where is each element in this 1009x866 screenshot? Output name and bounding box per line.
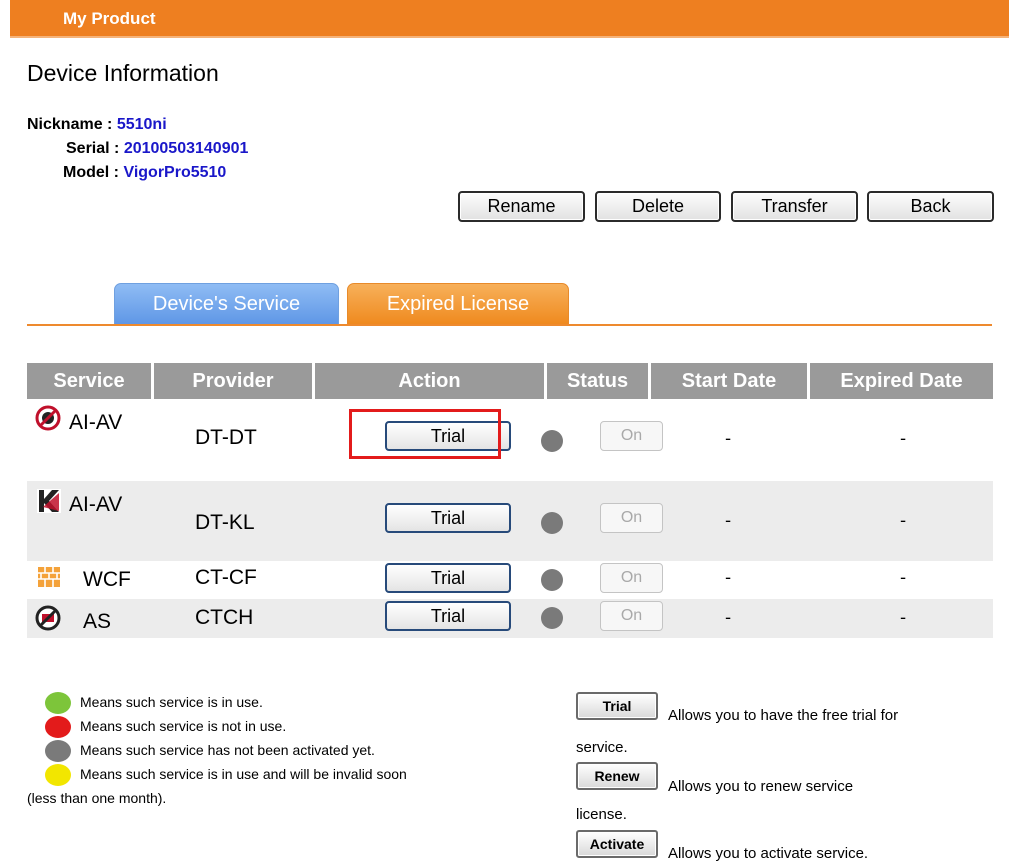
anti-spam-icon (35, 605, 61, 635)
legend-red-text: Means such service is not in use. (80, 718, 287, 734)
help-trial-desc-2: service. (576, 739, 628, 756)
service-name: AI-AV (69, 491, 125, 519)
delete-button[interactable]: Delete (595, 191, 721, 222)
tab-expired-license[interactable]: Expired License (347, 283, 569, 325)
start-date: - (725, 429, 732, 449)
start-date: - (725, 568, 732, 588)
status-dot (541, 430, 563, 452)
provider-cell: DT-KL (195, 511, 255, 534)
expired-date: - (900, 429, 907, 449)
status-dot (541, 607, 563, 629)
model-row: Model : VigorPro5510 (63, 164, 226, 182)
help-trial-desc: Allows you to have the free trial for (668, 707, 899, 724)
legend-green-text: Means such service is in use. (80, 694, 263, 710)
expired-date: - (900, 568, 907, 588)
start-date: - (725, 608, 732, 628)
provider-cell: CT-CF (195, 566, 257, 589)
help-activate-button[interactable]: Activate (576, 830, 658, 858)
header-service: Service (27, 363, 151, 399)
serial-value: 20100503140901 (123, 140, 249, 157)
tab-divider (27, 324, 992, 326)
back-button[interactable]: Back (867, 191, 994, 222)
nickname-value: 5510ni (116, 116, 167, 133)
service-name: WCF (83, 568, 131, 591)
start-date: - (725, 511, 732, 531)
provider-cell: CTCH (195, 606, 254, 629)
help-renew-button[interactable]: Renew (576, 762, 658, 790)
legend-green-dot (45, 692, 71, 714)
nickname-row: Nickname : 5510ni (27, 116, 167, 134)
service-name: AI-AV (69, 409, 125, 437)
firewall-icon (37, 565, 61, 593)
header-action: Action (315, 363, 544, 399)
legend-red-dot (45, 716, 71, 738)
service-text: AI-AV (69, 493, 123, 516)
trial-button[interactable]: Trial (385, 503, 511, 533)
legend-gray-dot (45, 740, 71, 762)
trial-button[interactable]: Trial (385, 601, 511, 631)
page-title: Device Information (27, 60, 219, 86)
header-bar: My Product (10, 0, 1009, 38)
trial-button[interactable]: Trial (385, 563, 511, 593)
status-on-button[interactable]: On (600, 421, 663, 451)
tab-devices-service[interactable]: Device's Service (114, 283, 339, 325)
table-row: AS CTCH Trial On - - (27, 599, 993, 638)
kaspersky-icon (35, 487, 63, 519)
header-status: Status (547, 363, 648, 399)
service-text: AI-AV (69, 411, 123, 434)
serial-row: Serial : 20100503140901 (66, 140, 248, 158)
highlight-box (349, 409, 501, 459)
help-trial-button[interactable]: Trial (576, 692, 658, 720)
transfer-button[interactable]: Transfer (731, 191, 858, 222)
table-row: AI-AV DT-KL Trial On - - (27, 481, 993, 561)
provider-cell: DT-DT (195, 426, 257, 449)
table-row: WCF CT-CF Trial On - - (27, 562, 993, 598)
model-label: Model : (63, 164, 119, 181)
model-value: VigorPro5510 (123, 164, 227, 181)
help-activate-desc: Allows you to activate service. (668, 845, 869, 862)
legend-yellow-text-2: (less than one month). (27, 790, 167, 806)
help-renew-desc-2: license. (576, 806, 627, 823)
header-start-date: Start Date (651, 363, 807, 399)
expired-date: - (900, 608, 907, 628)
anti-virus-icon (35, 405, 61, 435)
legend-gray-text: Means such service has not been activate… (80, 742, 375, 758)
expired-date: - (900, 511, 907, 531)
legend-yellow-dot (45, 764, 71, 786)
nickname-label: Nickname : (27, 116, 113, 133)
header-expired-date: Expired Date (810, 363, 993, 399)
rename-button[interactable]: Rename (458, 191, 585, 222)
header-provider: Provider (154, 363, 312, 399)
status-dot (541, 569, 563, 591)
service-name: AS (83, 610, 112, 633)
status-on-button[interactable]: On (600, 601, 663, 631)
status-dot (541, 512, 563, 534)
table-row: AI-AV DT-DT Trial On - - (27, 399, 993, 479)
status-on-button[interactable]: On (600, 503, 663, 533)
status-on-button[interactable]: On (600, 563, 663, 593)
help-renew-desc: Allows you to renew service (668, 778, 854, 795)
header-title: My Product (63, 9, 156, 28)
legend-yellow-text: Means such service is in use and will be… (80, 766, 407, 782)
serial-label: Serial : (66, 140, 120, 157)
